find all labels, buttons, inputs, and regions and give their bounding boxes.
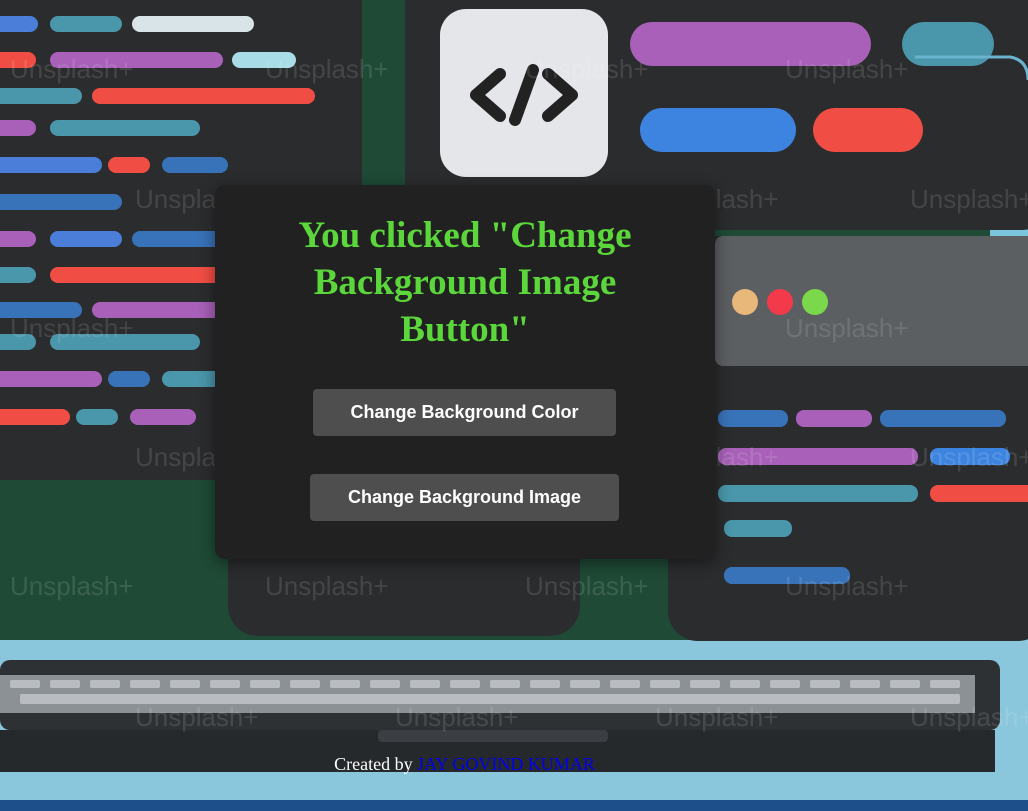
svg-text:Unsplash+: Unsplash+ xyxy=(10,54,134,84)
created-by-text: Created by xyxy=(334,754,413,774)
svg-text:Unsplash+: Unsplash+ xyxy=(525,54,649,84)
svg-text:Unsplash+: Unsplash+ xyxy=(655,702,779,732)
code-icon-tile xyxy=(440,9,608,177)
svg-text:Unsplash+: Unsplash+ xyxy=(785,571,909,601)
svg-text:Unsplash+: Unsplash+ xyxy=(525,571,649,601)
svg-text:Unsplash+: Unsplash+ xyxy=(910,184,1028,214)
svg-text:Unsplash+: Unsplash+ xyxy=(395,702,519,732)
svg-text:Unsplash+: Unsplash+ xyxy=(265,54,389,84)
author-link[interactable]: JAY GOVIND KUMAR xyxy=(417,754,595,774)
message-card: You clicked "Change Background Image But… xyxy=(215,185,715,559)
svg-text:Unsplash+: Unsplash+ xyxy=(135,702,259,732)
svg-text:Unsplash+: Unsplash+ xyxy=(785,54,909,84)
change-background-color-button[interactable]: Change Background Color xyxy=(313,389,616,436)
click-message: You clicked "Change Background Image But… xyxy=(298,215,632,350)
change-background-image-button[interactable]: Change Background Image xyxy=(310,474,619,521)
svg-text:Unsplash+: Unsplash+ xyxy=(910,442,1028,472)
svg-text:Unsplash+: Unsplash+ xyxy=(10,571,134,601)
svg-text:Unsplash+: Unsplash+ xyxy=(265,571,389,601)
svg-text:Unsplash+: Unsplash+ xyxy=(10,313,134,343)
svg-text:Unsplash+: Unsplash+ xyxy=(785,313,909,343)
svg-text:Unsplash+: Unsplash+ xyxy=(910,702,1028,732)
footer-credit: Created by JAY GOVIND KUMAR xyxy=(0,754,929,775)
